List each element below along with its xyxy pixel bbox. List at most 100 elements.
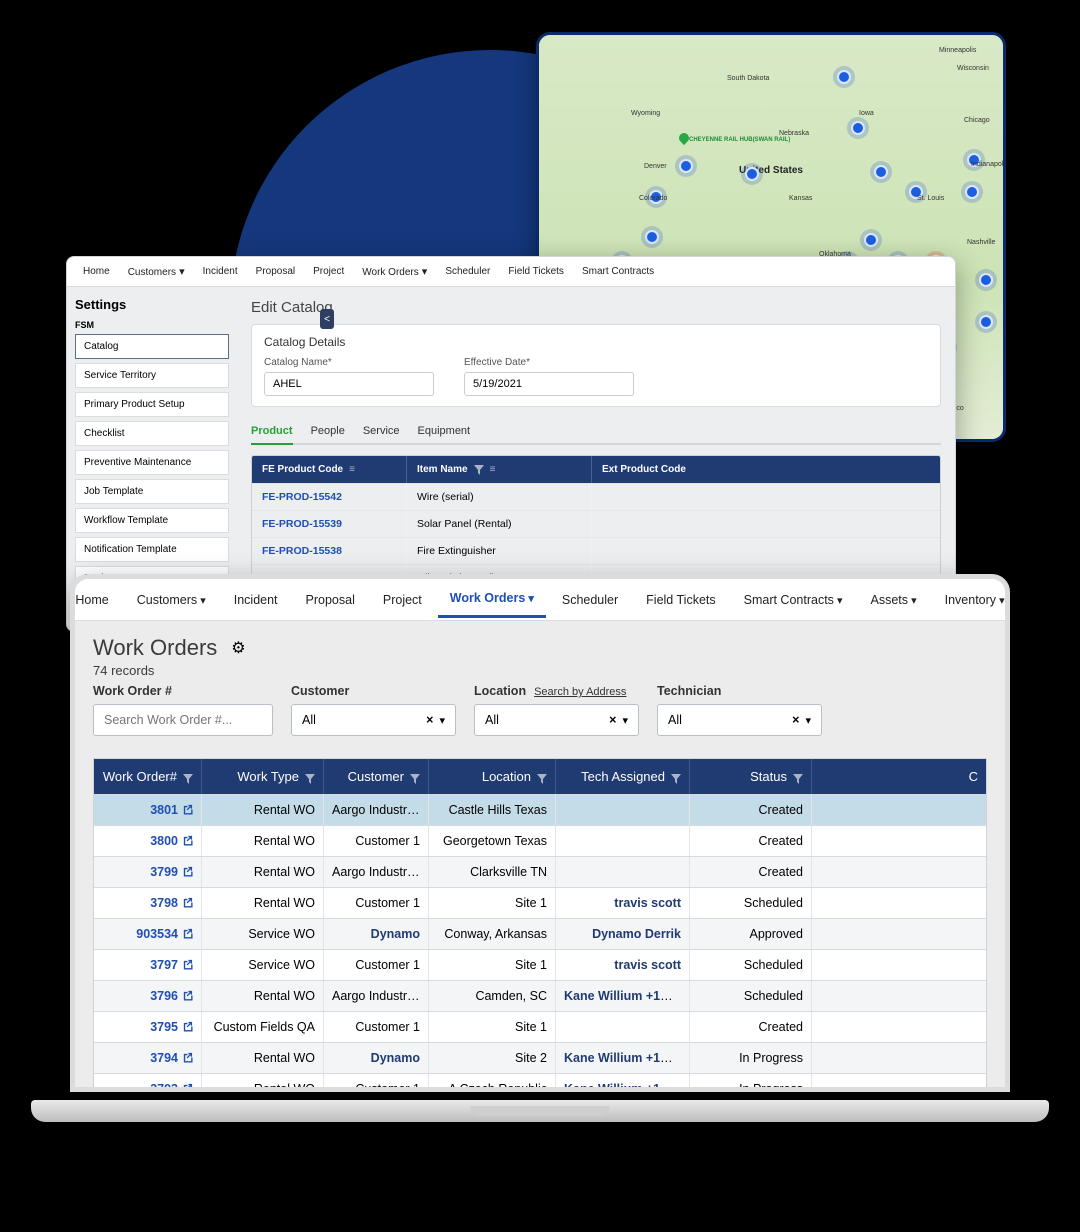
technician-select[interactable]: All×▾ [657, 704, 822, 736]
gear-icon[interactable]: ⚙ [231, 638, 245, 658]
map-cluster-pin[interactable] [645, 230, 659, 244]
table-row[interactable]: 3794Rental WODynamoSite 2Kane Willium +1… [94, 1042, 986, 1073]
grid-cell-fe-code[interactable]: FE-PROD-15542 [252, 484, 407, 510]
grid-col-fe-product-code[interactable]: FE Product Code≡ [252, 456, 407, 483]
col-extra[interactable]: C [812, 759, 986, 794]
nav-item-smart-contracts[interactable]: Smart Contracts [732, 583, 855, 617]
sidebar-item-service-territory[interactable]: Service Territory [75, 363, 229, 388]
table-row[interactable]: 3793Rental WOCustomer 1A Czech RepublicK… [94, 1073, 986, 1091]
nav-item-project[interactable]: Project [305, 260, 352, 283]
nav-item-home[interactable]: Home [70, 583, 121, 617]
tab-product[interactable]: Product [251, 419, 293, 445]
catalog-grid-row[interactable]: FE-PROD-15539Solar Panel (Rental) [252, 510, 940, 537]
cell-tech-assigned[interactable]: Dynamo Derrik [556, 919, 690, 949]
filter-icon[interactable] [537, 772, 547, 782]
sidebar-item-checklist[interactable]: Checklist [75, 421, 229, 446]
filter-icon[interactable] [793, 772, 803, 782]
table-row[interactable]: 3795Custom Fields QACustomer 1Site 1Crea… [94, 1011, 986, 1042]
map-cluster-pin[interactable] [679, 159, 693, 173]
sidebar-item-preventive-maintenance[interactable]: Preventive Maintenance [75, 450, 229, 475]
cell-work-order[interactable]: 3798 [94, 888, 202, 918]
clear-icon[interactable]: × [609, 713, 616, 727]
map-cluster-pin[interactable] [745, 167, 759, 181]
catalog-grid-row[interactable]: FE-PROD-15542Wire (serial) [252, 483, 940, 510]
nav-item-customers[interactable]: Customers [120, 259, 193, 284]
map-cluster-pin[interactable] [837, 70, 851, 84]
map-cluster-pin[interactable] [965, 185, 979, 199]
cell-work-order[interactable]: 3797 [94, 950, 202, 980]
map-cluster-pin[interactable] [979, 273, 993, 287]
location-select[interactable]: All×▾ [474, 704, 639, 736]
nav-item-home[interactable]: Home [75, 260, 118, 283]
filter-icon[interactable] [410, 772, 420, 782]
cell-tech-assigned[interactable]: Kane Willium +1more [556, 1074, 690, 1091]
nav-item-proposal[interactable]: Proposal [248, 260, 303, 283]
table-row[interactable]: 3801Rental WOAargo IndustriesCastle Hill… [94, 794, 986, 825]
map-cluster-pin[interactable] [874, 165, 888, 179]
cell-work-order[interactable]: 3795 [94, 1012, 202, 1042]
nav-item-inventory[interactable]: Inventory [933, 583, 1010, 617]
grid-col-ext-product-code[interactable]: Ext Product Code [592, 456, 940, 483]
map-cluster-pin[interactable] [851, 121, 865, 135]
table-row[interactable]: 3800Rental WOCustomer 1Georgetown TexasC… [94, 825, 986, 856]
grid-col-item-name[interactable]: Item Name≡ [407, 456, 592, 483]
nav-item-scheduler[interactable]: Scheduler [550, 583, 630, 617]
filter-icon[interactable] [183, 772, 193, 782]
nav-item-proposal[interactable]: Proposal [294, 583, 367, 617]
col-work-order[interactable]: Work Order# [94, 759, 202, 794]
tab-service[interactable]: Service [363, 419, 400, 443]
search-by-address-link[interactable]: Search by Address [534, 686, 626, 698]
cell-tech-assigned[interactable]: Kane Willium +1more [556, 1043, 690, 1073]
catalog-name-input[interactable] [264, 372, 434, 396]
nav-item-scheduler[interactable]: Scheduler [437, 260, 498, 283]
col-work-type[interactable]: Work Type [202, 759, 324, 794]
cell-customer[interactable]: Dynamo [324, 919, 429, 949]
sidebar-collapse-button[interactable]: < [320, 309, 334, 329]
nav-item-work-orders[interactable]: Work Orders [354, 259, 435, 284]
cell-work-order[interactable]: 903534 [94, 919, 202, 949]
cell-work-order[interactable]: 3794 [94, 1043, 202, 1073]
search-work-order-input[interactable] [93, 704, 273, 736]
col-location[interactable]: Location [429, 759, 556, 794]
col-tech-assigned[interactable]: Tech Assigned [556, 759, 690, 794]
sidebar-item-notification-template[interactable]: Notification Template [75, 537, 229, 562]
cell-work-order[interactable]: 3793 [94, 1074, 202, 1091]
cell-work-order[interactable]: 3799 [94, 857, 202, 887]
clear-icon[interactable]: × [426, 713, 433, 727]
nav-item-incident[interactable]: Incident [222, 583, 290, 617]
sidebar-item-job-template[interactable]: Job Template [75, 479, 229, 504]
nav-item-smart-contracts[interactable]: Smart Contracts [574, 260, 662, 283]
filter-icon[interactable] [671, 772, 681, 782]
cell-work-order[interactable]: 3796 [94, 981, 202, 1011]
clear-icon[interactable]: × [792, 713, 799, 727]
cell-tech-assigned[interactable]: travis scott [556, 950, 690, 980]
sidebar-item-catalog[interactable]: Catalog [75, 334, 229, 359]
col-customer[interactable]: Customer [324, 759, 429, 794]
map-cluster-pin[interactable] [864, 233, 878, 247]
cell-work-order[interactable]: 3800 [94, 826, 202, 856]
nav-item-customers[interactable]: Customers [125, 583, 218, 617]
sidebar-item-primary-product-setup[interactable]: Primary Product Setup [75, 392, 229, 417]
table-row[interactable]: 3796Rental WOAargo IndustriesCamden, SCK… [94, 980, 986, 1011]
tab-equipment[interactable]: Equipment [418, 419, 471, 443]
sidebar-item-workflow-template[interactable]: Workflow Template [75, 508, 229, 533]
cell-customer[interactable]: Dynamo [324, 1043, 429, 1073]
tab-people[interactable]: People [311, 419, 345, 443]
nav-item-field-tickets[interactable]: Field Tickets [500, 260, 572, 283]
grid-cell-fe-code[interactable]: FE-PROD-15539 [252, 511, 407, 537]
nav-item-incident[interactable]: Incident [195, 260, 246, 283]
table-row[interactable]: 903534Service WODynamoConway, ArkansasDy… [94, 918, 986, 949]
cell-tech-assigned[interactable]: travis scott [556, 888, 690, 918]
map-cluster-pin[interactable] [979, 315, 993, 329]
col-status[interactable]: Status [690, 759, 812, 794]
nav-item-field-tickets[interactable]: Field Tickets [634, 583, 727, 617]
filter-icon[interactable] [305, 772, 315, 782]
table-row[interactable]: 3799Rental WOAargo IndustriesClarksville… [94, 856, 986, 887]
nav-item-project[interactable]: Project [371, 583, 434, 617]
effective-date-input[interactable] [464, 372, 634, 396]
cell-work-order[interactable]: 3801 [94, 795, 202, 825]
filter-icon[interactable] [474, 465, 484, 475]
table-row[interactable]: 3797Service WOCustomer 1Site 1travis sco… [94, 949, 986, 980]
catalog-grid-row[interactable]: FE-PROD-15538Fire Extinguisher [252, 537, 940, 564]
grid-cell-fe-code[interactable]: FE-PROD-15538 [252, 538, 407, 564]
